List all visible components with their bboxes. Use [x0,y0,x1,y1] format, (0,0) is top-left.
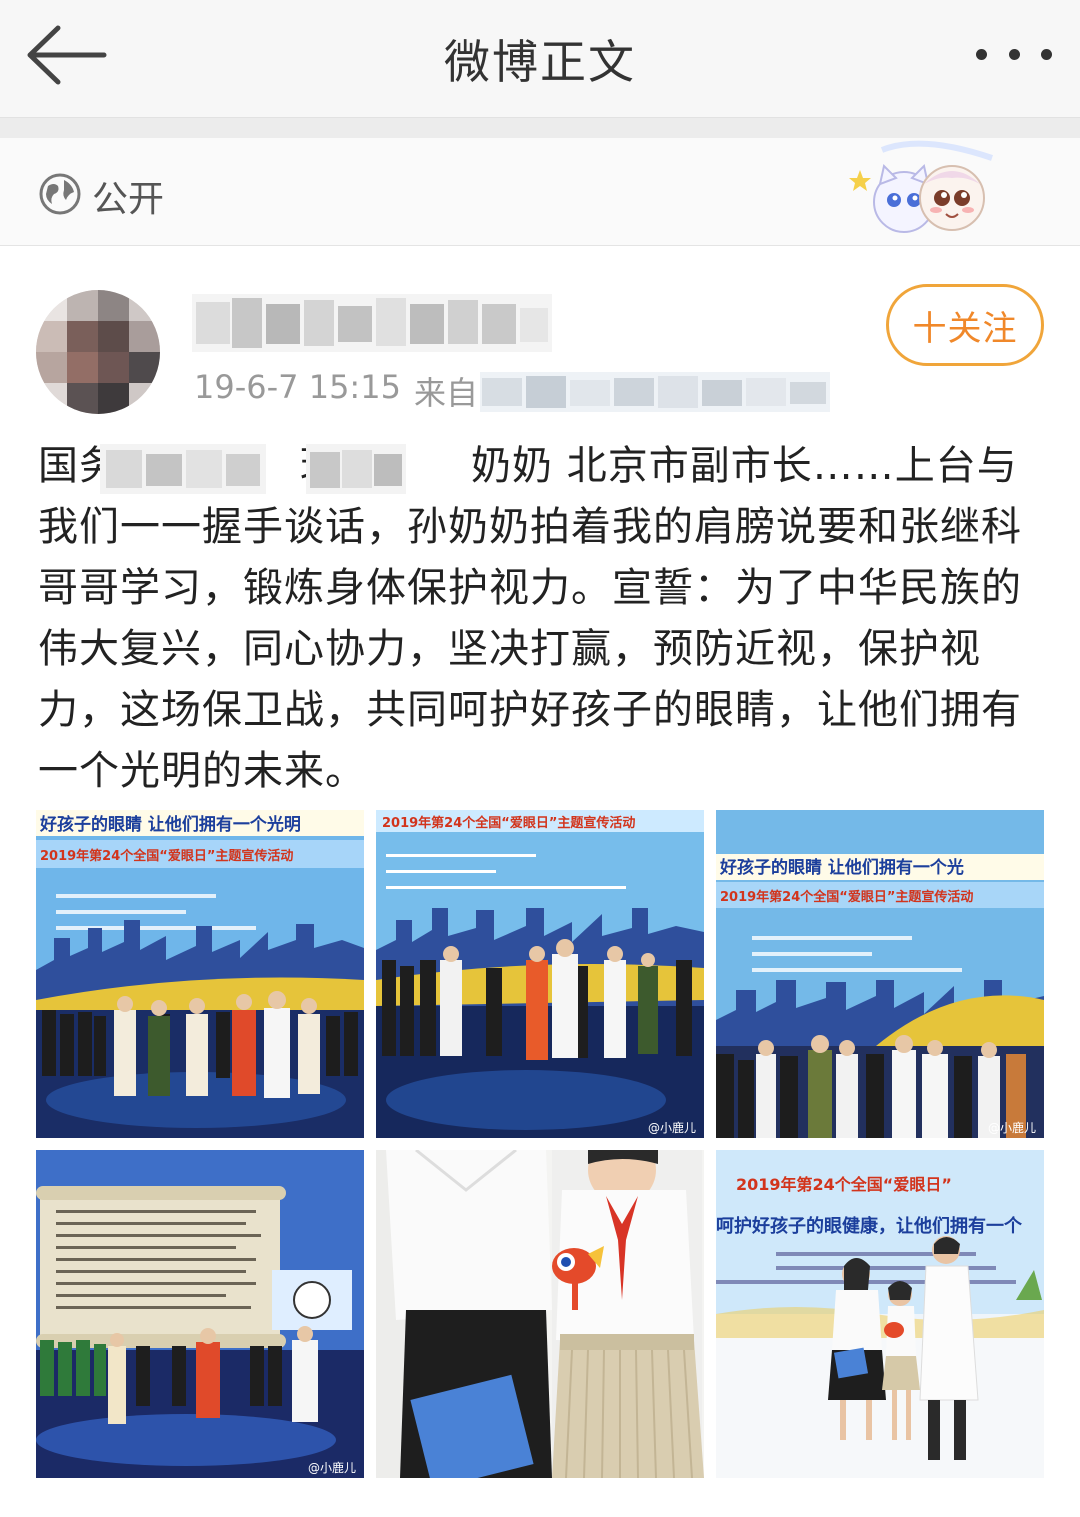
globe-icon [39,173,81,215]
text-redaction [100,444,266,494]
watermark: @小鹿儿 [648,1120,696,1135]
post-text-main: 奶奶 北京市副市长……上台与我们一一握手谈话，孙奶奶拍着我的肩膀说要和张继科哥哥… [38,443,1022,794]
follow-label: 十关注 [912,308,1018,349]
avatar[interactable] [36,290,160,414]
post-photo-2[interactable]: 2019年第24个全国“爱眼日”主题宣传活动 @小鹿儿 [376,810,704,1138]
banner-text: 2019年第24个全国“爱眼日”主题宣传活动 [382,815,635,831]
follow-button[interactable]: 十关注 [886,284,1044,366]
cartoon-sticker-image [849,140,993,233]
banner-text: 好孩子的眼睛 让他们拥有一个光 [719,857,964,878]
username-redacted[interactable] [192,294,552,352]
banner-subtext: 呵护好孩子的眼健康，让他们拥有一个 [716,1215,1023,1237]
watermark: @小鹿儿 [988,1120,1036,1135]
more-button[interactable] [976,36,1052,72]
post-photo-3[interactable]: 好孩子的眼睛 让他们拥有一个光 2019年第24个全国“爱眼日”主题宣传活动 @… [716,810,1044,1138]
post-photo-1[interactable]: 好孩子的眼睛 让他们拥有一个光明 2019年第24个全国“爱眼日”主题宣传活动 [36,810,364,1138]
post-photo-5[interactable] [376,1150,704,1478]
banner-text: 好孩子的眼睛 让他们拥有一个光明 [39,814,301,835]
page-title: 微博正文 [444,35,636,89]
section-divider [0,118,1080,138]
source-redacted[interactable] [480,372,830,412]
banner-subtext: 2019年第24个全国“爱眼日”主题宣传活动 [40,848,293,864]
post-photo-4[interactable]: @小鹿儿 [36,1150,364,1478]
image-grid: 好孩子的眼睛 让他们拥有一个光明 2019年第24个全国“爱眼日”主题宣传活动 [36,810,1044,1478]
more-dots-icon [976,48,987,60]
visibility-label: 公开 [92,179,165,220]
post-photo-6[interactable]: 2019年第24个全国“爱眼日” 呵护好孩子的眼健康，让他们拥有一个 [716,1150,1044,1478]
banner-subtext: 2019年第24个全国“爱眼日”主题宣传活动 [720,889,973,905]
source-label: 来自 [414,374,479,412]
banner-text: 2019年第24个全国“爱眼日” [736,1175,952,1194]
text-redaction [306,444,406,494]
top-navbar: 微博正文 [0,0,1080,118]
post-timestamp: 19-6-7 15:15 [194,368,401,406]
watermark: @小鹿儿 [308,1460,356,1475]
